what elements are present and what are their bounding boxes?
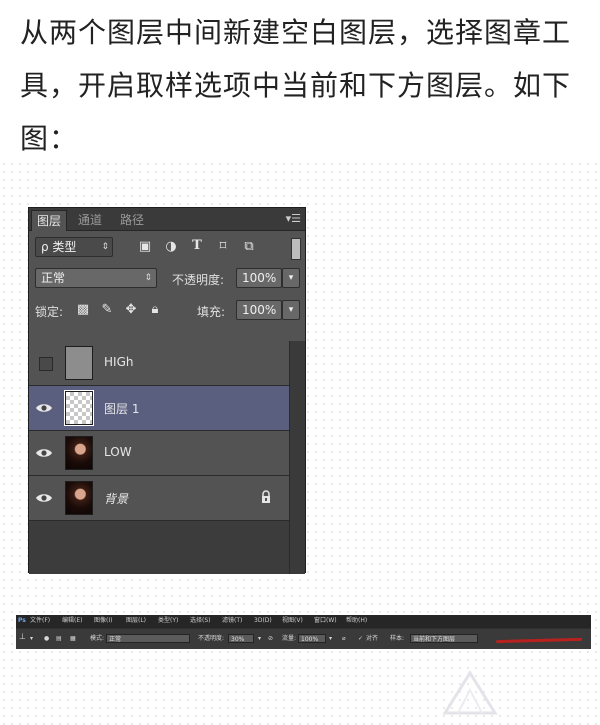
tab-channels[interactable]: 通道 [73,210,107,230]
opacity-dropdown-icon[interactable]: ▾ [258,634,261,644]
fill-label: 填充: [197,305,226,319]
layer-list-scrollbar[interactable] [289,341,305,574]
menu-type[interactable]: 类型(Y) [158,616,178,626]
tab-layers[interactable]: 图层 [31,210,68,231]
layer-name: 图层 1 [104,402,140,416]
opacity-label: 不透明度: [198,635,225,642]
menu-help[interactable]: 帮助(H) [346,616,367,626]
filter-kind-label: ρ 类型 [41,240,77,254]
photoshop-logo-icon: Ps [18,617,26,624]
blend-row: 正常 ⇕ 不透明度: 100% ▾ [29,266,305,292]
layer-thumbnail [65,481,93,515]
layer-row-high[interactable]: HIGh [29,341,291,386]
blend-mode-value: 正常 [41,271,66,285]
lock-transparency-icon[interactable]: ▩ [75,302,91,317]
tab-paths[interactable]: 路径 [115,210,149,230]
layer-thumbnail [65,436,93,470]
mode-label: 模式: [90,635,105,642]
lock-position-move-icon[interactable]: ✥ [123,302,139,317]
clone-source-panel-icon[interactable]: ▦ [70,634,76,644]
sample-label: 样本: [390,635,405,642]
filter-row: ρ 类型 ⇕ ▣ ◑ T ⌑ ⧉ [29,235,305,261]
lock-row: 锁定: ▩ ✎ ✥ 🔒︎ 填充: 100% ▾ [29,298,305,324]
watermark-logo-icon [442,670,498,715]
visibility-off-box[interactable] [39,357,53,371]
lock-icon [262,490,270,503]
chevron-updown-icon: ⇕ [101,242,109,252]
panel-tabbar: 图层 通道 路径 ▾☰ [29,208,305,231]
menu-filter[interactable]: 滤镜(T) [222,616,242,626]
flow-input[interactable]: 100% [298,634,326,643]
blend-mode-select[interactable]: 正常 ⇕ [35,268,157,288]
opacity-dropdown-icon[interactable]: ▾ [282,268,300,288]
brush-size-icon[interactable]: ● [44,634,49,644]
aligned-label: 对齐 [366,635,379,642]
layer-row-background[interactable]: 背景 [29,476,291,521]
eye-icon[interactable] [35,444,53,462]
layer-name: HIGh [104,355,134,369]
menu-3d[interactable]: 3D(D) [254,616,272,626]
layer-thumbnail [64,390,94,426]
aligned-checkbox-icon[interactable]: ✓ [358,634,363,644]
opacity-input[interactable]: 30% [228,634,254,643]
chevron-updown-icon: ⇕ [144,273,152,283]
pressure-opacity-icon[interactable]: ⊘ [268,634,273,644]
fill-input[interactable]: 100% [236,300,282,320]
type-filter-icon[interactable]: T [189,238,205,253]
menu-edit[interactable]: 编辑(E) [62,616,82,626]
menu-view[interactable]: 视图(V) [282,616,303,626]
lock-label: 锁定: [35,305,64,319]
layer-row-layer1[interactable]: 图层 1 [29,386,291,431]
layer-list: HIGh 图层 1 LOW 背景 [29,341,305,574]
lock-paint-brush-icon[interactable]: ✎ [99,302,115,317]
pixel-filter-icon[interactable]: ▣ [137,239,153,254]
filter-kind-select[interactable]: ρ 类型 ⇕ [35,237,113,257]
menu-file[interactable]: 文件(F) [30,616,50,626]
instruction-text: 从两个图层中间新建空白图层，选择图章工具，开启取样选项中当前和下方图层。如下图： [20,16,572,155]
eye-icon[interactable] [35,489,53,507]
photoshop-toolbar-strip: Ps 文件(F) 编辑(E) 图像(I) 图层(L) 类型(Y) 选择(S) 滤… [16,615,591,649]
filter-toggle-switch[interactable] [291,238,301,260]
layer-name: LOW [104,445,132,459]
adjustment-filter-icon[interactable]: ◑ [163,239,179,254]
eye-icon[interactable] [35,399,53,417]
opacity-label: 不透明度: [172,273,225,287]
menu-image[interactable]: 图像(I) [94,616,112,626]
menu-window[interactable]: 窗口(W) [314,616,337,626]
lock-all-icon[interactable]: 🔒︎ [147,302,163,317]
layer-name: 背景 [104,492,129,506]
smart-object-filter-icon[interactable]: ⧉ [241,239,257,254]
shape-filter-icon[interactable]: ⌑ [215,239,231,254]
clone-stamp-tool-icon[interactable]: ⊥ [19,632,26,642]
tool-preset-chevron-icon[interactable]: ▾ [30,634,33,644]
sample-select[interactable]: 当前和下方图层 [410,634,478,643]
opacity-input[interactable]: 100% [236,268,282,288]
layer-thumbnail [65,346,93,380]
airbrush-icon[interactable]: ⌀ [342,634,346,644]
panel-menu-icon[interactable]: ▾☰ [286,212,301,225]
menu-layer[interactable]: 图层(L) [126,616,146,626]
menu-bar: Ps 文件(F) 编辑(E) 图像(I) 图层(L) 类型(Y) 选择(S) 滤… [16,615,591,628]
brush-panel-icon[interactable]: ▤ [56,634,62,644]
menu-select[interactable]: 选择(S) [190,616,211,626]
mode-select[interactable]: 正常 [106,634,190,643]
fill-dropdown-icon[interactable]: ▾ [282,300,300,320]
layers-panel: 图层 通道 路径 ▾☰ ρ 类型 ⇕ ▣ ◑ T ⌑ ⧉ 正常 ⇕ 不透明度: … [28,207,306,574]
layer-row-low[interactable]: LOW [29,431,291,476]
flow-dropdown-icon[interactable]: ▾ [329,634,332,644]
flow-label: 流量: [282,635,297,642]
